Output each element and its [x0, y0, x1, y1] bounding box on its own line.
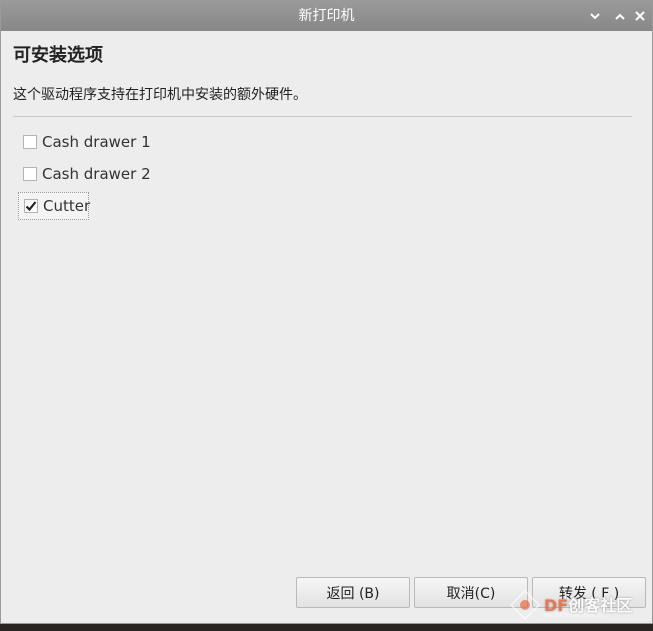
option-label: Cutter — [43, 197, 91, 215]
chevron-down-icon[interactable] — [587, 8, 603, 24]
checkmark-icon — [25, 201, 37, 212]
new-printer-dialog: 新打印机 可安装选项 这个驱动程序支持在打印机中安装的额外硬件。 Cash dr… — [0, 0, 653, 624]
option-cash-drawer-1[interactable]: Cash drawer 1 — [18, 128, 157, 156]
forward-button[interactable]: 转发 ( F ) — [532, 577, 646, 608]
back-button[interactable]: 返回 (B) — [296, 577, 410, 608]
chevron-up-icon[interactable] — [612, 8, 628, 24]
cancel-button[interactable]: 取消(C) — [414, 577, 528, 608]
window-title: 新打印机 — [298, 8, 355, 24]
page-description: 这个驱动程序支持在打印机中安装的额外硬件。 — [13, 87, 307, 103]
close-icon[interactable] — [632, 8, 648, 24]
checkbox-checked[interactable] — [24, 199, 38, 213]
title-bar[interactable]: 新打印机 — [1, 1, 652, 31]
option-cash-drawer-2[interactable]: Cash drawer 2 — [18, 160, 157, 188]
option-cutter[interactable]: Cutter — [18, 192, 91, 220]
checkbox[interactable] — [23, 135, 37, 149]
option-label: Cash drawer 2 — [42, 165, 151, 183]
divider — [13, 116, 632, 117]
checkbox[interactable] — [23, 167, 37, 181]
option-label: Cash drawer 1 — [42, 133, 151, 151]
page-heading: 可安装选项 — [13, 45, 103, 66]
